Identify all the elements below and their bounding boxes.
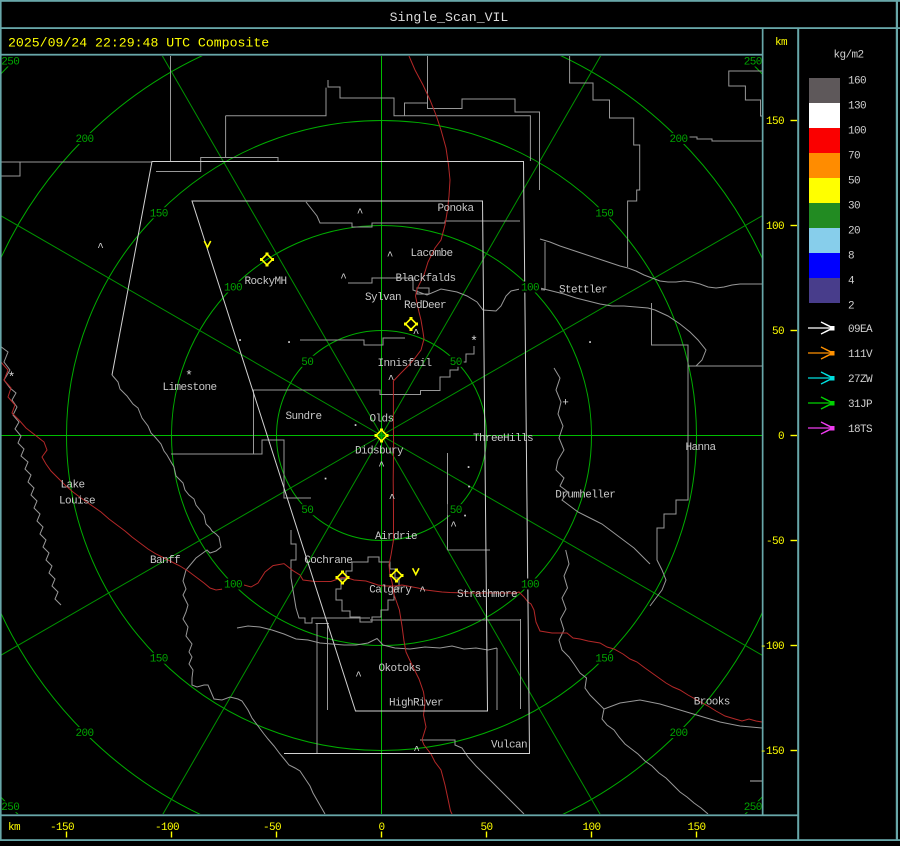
svg-text:Cochrane: Cochrane (304, 555, 352, 567)
svg-text:4: 4 (848, 275, 855, 287)
svg-text:50: 50 (450, 357, 462, 369)
svg-text:^: ^ (450, 521, 457, 533)
svg-text:09EA: 09EA (848, 324, 873, 336)
svg-text:31JP: 31JP (848, 399, 873, 411)
svg-text:130: 130 (848, 100, 866, 112)
svg-text:27ZW: 27ZW (848, 374, 873, 386)
svg-text:+: + (562, 398, 569, 410)
svg-text:*: * (185, 369, 193, 384)
svg-text:250: 250 (744, 802, 762, 814)
svg-text:250: 250 (744, 57, 762, 69)
svg-text:100: 100 (521, 283, 539, 295)
svg-text:100: 100 (521, 580, 539, 592)
svg-text:18TS: 18TS (848, 424, 873, 436)
svg-text:^: ^ (419, 586, 426, 598)
svg-text:200: 200 (75, 728, 93, 740)
svg-text:200: 200 (75, 134, 93, 146)
svg-text:RockyMH: RockyMH (245, 276, 287, 288)
svg-text:Banff: Banff (150, 555, 180, 567)
svg-text:RedDeer: RedDeer (404, 300, 446, 312)
svg-text:150: 150 (150, 208, 168, 220)
svg-text:Stettler: Stettler (559, 285, 607, 297)
svg-text:Vulcan: Vulcan (491, 740, 527, 752)
svg-text:Hanna: Hanna (686, 442, 717, 454)
svg-text:2025/09/24 22:29:48 UTC Compos: 2025/09/24 22:29:48 UTC Composite (8, 36, 269, 51)
svg-text:Olds: Olds (370, 414, 394, 426)
svg-text:Ponoka: Ponoka (438, 203, 475, 215)
svg-text:-100: -100 (155, 822, 179, 834)
svg-text:-50: -50 (766, 536, 784, 548)
svg-text:111V: 111V (848, 349, 873, 361)
svg-text:Blackfalds: Blackfalds (396, 273, 456, 285)
svg-text:Innisfail: Innisfail (378, 358, 432, 370)
svg-text:100: 100 (224, 580, 242, 592)
svg-text:160: 160 (848, 75, 866, 87)
svg-text:Strathmore: Strathmore (457, 589, 517, 601)
svg-text:^: ^ (340, 273, 347, 285)
svg-text:Single_Scan_VIL: Single_Scan_VIL (390, 10, 509, 25)
svg-text:^: ^ (388, 375, 395, 387)
svg-text:0: 0 (778, 431, 784, 443)
svg-text:150: 150 (595, 208, 613, 220)
svg-text:ThreeHills: ThreeHills (473, 433, 533, 445)
svg-text:^: ^ (357, 208, 364, 220)
svg-text:Brooks: Brooks (694, 697, 730, 709)
svg-text:km: km (775, 37, 788, 49)
svg-text:50: 50 (772, 326, 784, 338)
svg-text:150: 150 (150, 654, 168, 666)
svg-text:km: km (8, 822, 21, 834)
svg-text:2: 2 (848, 300, 854, 312)
svg-text:Louise: Louise (59, 496, 95, 508)
svg-text:70: 70 (848, 150, 860, 162)
svg-text:^: ^ (378, 461, 385, 473)
svg-text:*: * (8, 370, 16, 385)
svg-text:Lacombe: Lacombe (411, 248, 453, 260)
svg-text:250: 250 (1, 57, 19, 69)
svg-text:50: 50 (450, 505, 462, 517)
svg-text:kg/m2: kg/m2 (834, 50, 864, 62)
svg-text:100: 100 (224, 283, 242, 295)
svg-text:50: 50 (301, 505, 313, 517)
svg-text:-150: -150 (760, 746, 784, 758)
svg-text:Didsbury: Didsbury (355, 446, 404, 458)
svg-text:Sylvan: Sylvan (365, 292, 401, 304)
svg-text:150: 150 (595, 654, 613, 666)
svg-text:HighRiver: HighRiver (389, 698, 443, 710)
svg-text:-50: -50 (263, 822, 281, 834)
svg-text:^: ^ (413, 746, 420, 758)
svg-text:Lake: Lake (61, 480, 85, 492)
svg-text:50: 50 (848, 175, 860, 187)
svg-text:Limestone: Limestone (163, 382, 217, 394)
svg-text:100: 100 (848, 125, 866, 137)
svg-text:20: 20 (848, 225, 860, 237)
svg-text:100: 100 (766, 221, 784, 233)
svg-text:200: 200 (669, 134, 687, 146)
svg-text:200: 200 (669, 728, 687, 740)
svg-text:^: ^ (355, 671, 362, 683)
svg-text:Drumheller: Drumheller (555, 490, 615, 502)
svg-text:8: 8 (848, 250, 854, 262)
svg-text:^: ^ (389, 494, 396, 506)
svg-text:Airdrie: Airdrie (375, 531, 417, 543)
svg-text:Okotoks: Okotoks (379, 663, 421, 675)
svg-text:-150: -150 (50, 822, 74, 834)
svg-text:Sundre: Sundre (286, 411, 322, 423)
svg-text:*: * (470, 334, 478, 349)
svg-text:^: ^ (97, 243, 104, 255)
svg-text:^: ^ (413, 329, 420, 341)
svg-text:150: 150 (766, 116, 784, 128)
svg-text:-100: -100 (760, 641, 784, 653)
svg-text:^: ^ (387, 251, 394, 263)
svg-text:30: 30 (848, 200, 860, 212)
svg-text:250: 250 (1, 802, 19, 814)
svg-text:50: 50 (301, 357, 313, 369)
svg-text:Calgary: Calgary (369, 585, 412, 597)
